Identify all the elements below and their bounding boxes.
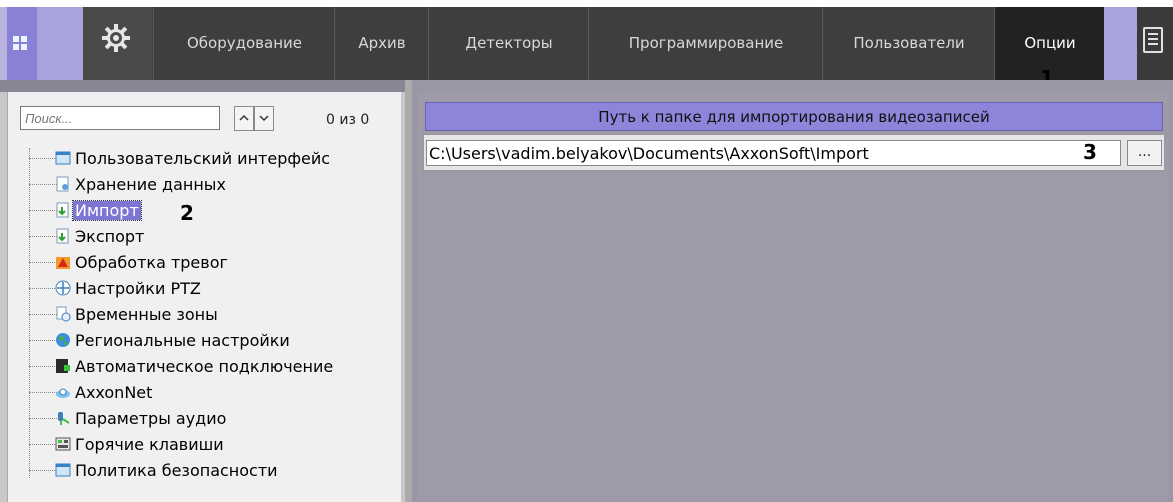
- tree-guide-line: [29, 148, 30, 478]
- sidebar-top-gap: [0, 80, 405, 92]
- tree-item-label: Региональные настройки: [75, 331, 290, 350]
- browse-button[interactable]: ...: [1127, 140, 1162, 166]
- layouts-button[interactable]: [7, 7, 37, 80]
- tree-item-label: Временные зоны: [75, 305, 218, 324]
- menu-item-detectors[interactable]: Детекторы: [428, 7, 589, 80]
- ui-window-icon: [55, 151, 71, 165]
- menu-edge: [0, 7, 7, 80]
- tree-item-label: Настройки PTZ: [75, 279, 201, 298]
- tree-item-label: Обработка тревог: [75, 253, 228, 272]
- search-input[interactable]: [20, 106, 220, 130]
- tree-item-label: Параметры аудио: [75, 409, 227, 428]
- storage-icon: [56, 176, 69, 192]
- chevron-up-icon: [239, 114, 249, 121]
- hotkeys-icon: [55, 437, 71, 451]
- menu-spacer-right: [1104, 7, 1137, 80]
- tree-item-label: Политика безопасности: [75, 461, 278, 480]
- search-prev-button[interactable]: [234, 106, 254, 131]
- document-strip: [0, 0, 1173, 7]
- tree-item-label: Импорт: [72, 200, 142, 221]
- search-next-button[interactable]: [254, 106, 274, 131]
- import-path-header: Путь к папке для импортирования видеозап…: [425, 102, 1163, 131]
- tree-item-label: Экспорт: [75, 227, 145, 246]
- settings-button[interactable]: [83, 7, 152, 80]
- menu-item-programming[interactable]: Программирование: [588, 7, 823, 80]
- menu-item-equipment[interactable]: Оборудование: [153, 7, 335, 80]
- tree-item-label: AxxonNet: [75, 383, 153, 402]
- audio-icon: [58, 412, 70, 425]
- tree-item-label: Пользовательский интерфейс: [75, 149, 331, 168]
- cloud-icon: [56, 388, 70, 398]
- ptz-icon: [55, 280, 71, 296]
- search-counter: 0 из 0: [326, 112, 370, 128]
- splitter[interactable]: [405, 80, 412, 502]
- menu-item-users[interactable]: Пользователи: [822, 7, 995, 80]
- chevron-down-icon: [259, 115, 269, 122]
- reports-button[interactable]: [1137, 7, 1173, 80]
- globe-icon: [56, 333, 70, 347]
- annotation-marker-2: 2: [180, 201, 194, 225]
- time-zones-icon: [56, 306, 71, 322]
- document-icon: [1143, 27, 1163, 53]
- auto-connect-icon: [56, 359, 70, 373]
- import-icon: [56, 202, 69, 218]
- import-path-field[interactable]: [426, 140, 1121, 166]
- security-policy-icon: [55, 463, 71, 477]
- annotation-marker-3: 3: [1083, 140, 1097, 164]
- alarm-icon: [56, 257, 70, 269]
- tree-item-label: Хранение данных: [75, 175, 226, 194]
- menu-spacer: [37, 7, 83, 80]
- menu-item-archive[interactable]: Архив: [334, 7, 429, 80]
- gear-icon: [102, 24, 130, 52]
- export-icon: [56, 228, 69, 244]
- tree-item-label: Горячие клавиши: [75, 435, 224, 454]
- main-menu-bar: Оборудование Архив Детекторы Программиро…: [0, 7, 1173, 80]
- tree-item-label: Автоматическое подключение: [75, 357, 334, 376]
